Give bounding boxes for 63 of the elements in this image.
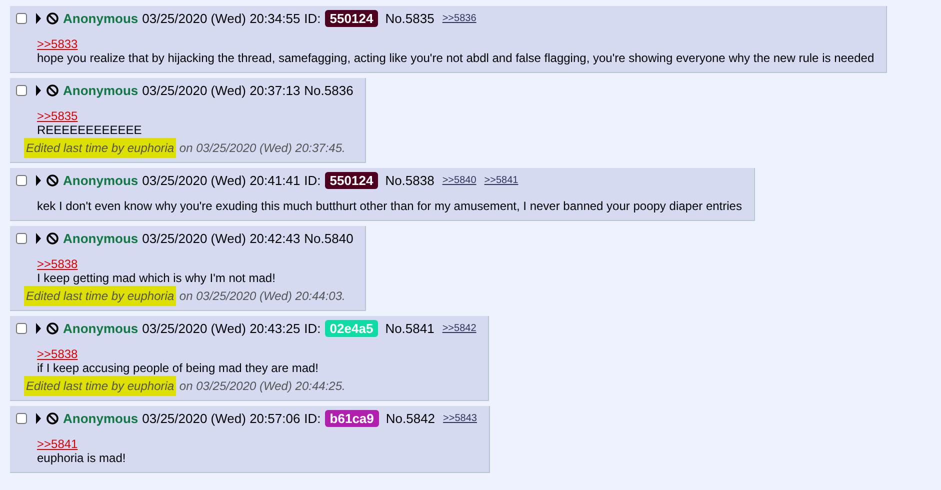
triangle-icon[interactable]: [35, 84, 42, 96]
post-date: 03/25/2020 (Wed) 20:57:06: [142, 410, 300, 426]
post-date: 03/25/2020 (Wed) 20:37:13: [142, 82, 300, 98]
triangle-icon[interactable]: [35, 232, 42, 244]
quote-link[interactable]: >>5838: [37, 257, 78, 271]
poster-name: Anonymous: [63, 410, 138, 426]
id-label: ID:: [304, 172, 321, 188]
ban-icon[interactable]: [46, 232, 59, 244]
post-number[interactable]: No.5835: [385, 10, 434, 26]
poster-id: 550124: [324, 172, 378, 188]
post-message: REEEEEEEEEEEE: [37, 123, 142, 137]
post-message: hope you realize that by hijacking the thread, samefagging, acting like you're not abdl and false flagging, you're showing everyone why the new rule is needed: [37, 51, 874, 65]
id-label: ID:: [304, 320, 321, 336]
post-date: 03/25/2020 (Wed) 20:42:43: [142, 230, 300, 246]
poster-name: Anonymous: [63, 10, 138, 26]
post-checkbox[interactable]: [16, 322, 27, 334]
post-message: kek I don't even know why you're exuding this much butthurt other than for my amusement, I never banned your poopy diaper entries: [37, 199, 742, 213]
backlink[interactable]: >>5840: [442, 174, 476, 186]
edit-note: Edited last time by euphoria on 03/25/2020 (Wed) 20:44:03.: [24, 289, 346, 303]
id-label: ID:: [304, 10, 321, 26]
post-message: euphoria is mad!: [37, 451, 126, 465]
post-checkbox[interactable]: [16, 412, 27, 424]
post-number[interactable]: No.5838: [385, 172, 434, 188]
post-checkbox[interactable]: [16, 232, 27, 244]
ban-icon[interactable]: [46, 322, 59, 334]
poster-name: Anonymous: [63, 82, 138, 98]
quote-link[interactable]: >>5841: [37, 437, 78, 451]
ban-icon[interactable]: [46, 174, 59, 186]
post-number[interactable]: No.5842: [386, 410, 436, 426]
poster-name: Anonymous: [63, 320, 138, 336]
quote-link[interactable]: >>5835: [37, 109, 78, 123]
id-label: ID:: [304, 410, 321, 426]
post-message: if I keep accusing people of being mad they are mad!: [37, 361, 319, 375]
poster-name: Anonymous: [63, 230, 138, 246]
backlink[interactable]: >>5841: [484, 174, 518, 186]
ban-icon[interactable]: [46, 84, 59, 96]
ban-icon[interactable]: [46, 12, 59, 24]
backlink[interactable]: >>5842: [442, 322, 476, 334]
poster-id: b61ca9: [324, 410, 379, 426]
poster-id: 550124: [324, 10, 378, 26]
post-date: 03/25/2020 (Wed) 20:41:41: [142, 172, 300, 188]
post-number[interactable]: No.5841: [385, 320, 434, 336]
post-date: 03/25/2020 (Wed) 20:34:55: [142, 10, 300, 26]
poster-id: 02e4a5: [324, 320, 378, 336]
edit-note: Edited last time by euphoria on 03/25/2020 (Wed) 20:44:25.: [24, 379, 346, 393]
quote-link[interactable]: >>5833: [37, 37, 78, 51]
backlink[interactable]: >>5843: [443, 412, 477, 424]
triangle-icon[interactable]: [35, 322, 42, 334]
poster-name: Anonymous: [63, 172, 138, 188]
quote-link[interactable]: >>5838: [37, 347, 78, 361]
post-checkbox[interactable]: [16, 12, 27, 24]
post-number[interactable]: No.5836: [304, 82, 354, 98]
post-checkbox[interactable]: [16, 174, 27, 186]
ban-icon[interactable]: [46, 412, 59, 424]
backlink[interactable]: >>5836: [442, 12, 476, 24]
post-date: 03/25/2020 (Wed) 20:43:25: [142, 320, 300, 336]
post-number[interactable]: No.5840: [304, 230, 354, 246]
triangle-icon[interactable]: [35, 12, 42, 24]
triangle-icon[interactable]: [35, 174, 42, 186]
post-message: I keep getting mad which is why I'm not mad!: [37, 271, 276, 285]
edit-note: Edited last time by euphoria on 03/25/2020 (Wed) 20:37:45.: [24, 141, 346, 155]
post-checkbox[interactable]: [16, 84, 27, 96]
triangle-icon[interactable]: [35, 412, 42, 424]
